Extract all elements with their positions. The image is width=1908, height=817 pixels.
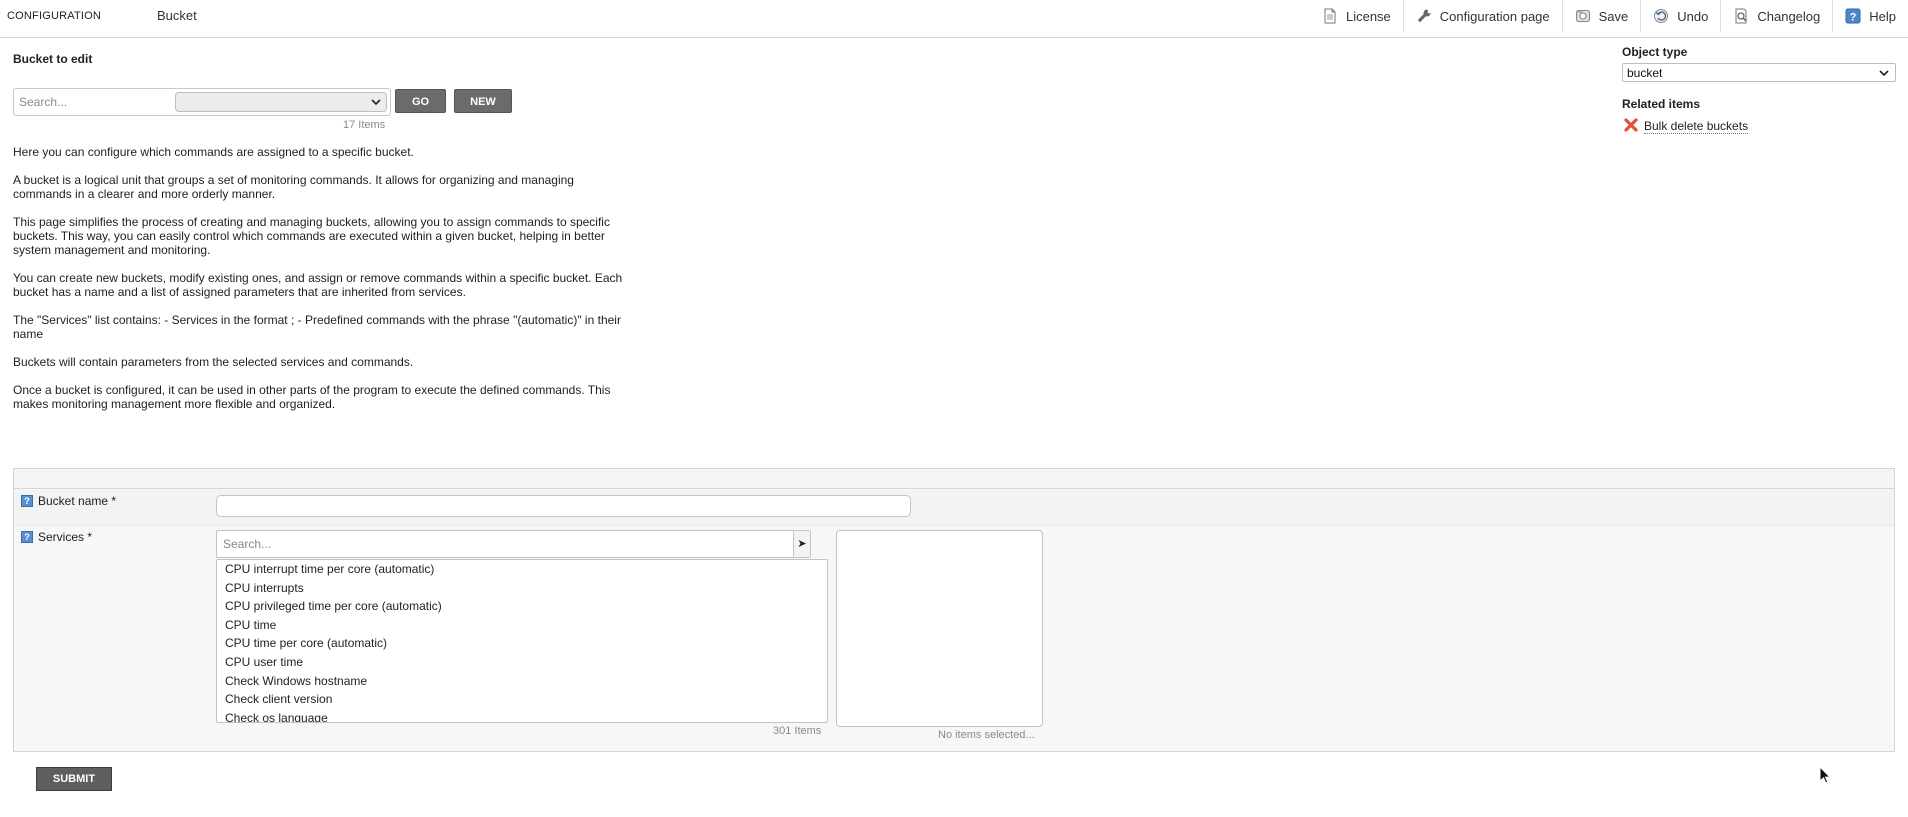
document-icon [1322, 8, 1338, 24]
list-item[interactable]: Check client version [217, 690, 827, 709]
bucket-search-group [13, 88, 391, 116]
nav-license-label: License [1345, 8, 1391, 24]
bucket-name-input[interactable] [216, 495, 911, 517]
list-item[interactable]: Check Windows hostname [217, 672, 827, 691]
services-label: ? Services * [21, 530, 92, 544]
bucket-to-edit-title: Bucket to edit [13, 52, 93, 66]
undo-icon [1653, 8, 1669, 24]
help-icon[interactable]: ? [21, 495, 33, 507]
services-search-box: ➤ [216, 530, 811, 558]
help-icon: ? [1845, 8, 1861, 24]
list-item[interactable]: CPU time [217, 616, 827, 635]
description-paragraph: Here you can configure which commands ar… [13, 145, 414, 159]
delete-x-icon [1623, 117, 1639, 136]
description-paragraph: Once a bucket is configured, it can be u… [13, 383, 611, 411]
related-items-label: Related items [1622, 97, 1701, 111]
bulk-delete-buckets-link[interactable]: Bulk delete buckets [1623, 117, 1749, 136]
object-type-value: bucket [1627, 66, 1663, 80]
services-label-text: Services * [38, 530, 93, 544]
nav-undo-label: Undo [1677, 8, 1709, 24]
description-paragraph: You can create new buckets, modify exist… [13, 271, 623, 299]
list-item[interactable]: CPU privileged time per core (automatic) [217, 597, 827, 616]
bucket-form: ? Bucket name * ? Services * ➤ CPU inter… [13, 468, 1895, 752]
list-item[interactable]: CPU interrupt time per core (automatic) [217, 560, 827, 579]
right-sidebar: Object type bucket Related items Bulk de… [1622, 45, 1896, 134]
selected-empty-text: No items selected... [938, 729, 1035, 741]
bucket-picker-area: Bucket to edit GO NEW 17 Items Here you … [13, 52, 633, 411]
top-nav: License Configuration page Save Undo Cha… [1310, 0, 1908, 38]
services-search-input[interactable] [221, 535, 781, 553]
arrow-right-icon: ➤ [797, 538, 807, 550]
bucket-items-count: 17 Items [343, 119, 386, 131]
submit-button[interactable]: SUBMIT [36, 767, 112, 791]
description-paragraph: The "Services" list contains: - Services… [13, 313, 621, 341]
services-list[interactable]: CPU interrupt time per core (automatic) … [216, 559, 828, 723]
page-title: Bucket [157, 8, 197, 23]
nav-help[interactable]: ? Help [1832, 0, 1908, 32]
changelog-icon [1733, 8, 1749, 24]
list-item[interactable]: Check os language [217, 709, 827, 722]
bucket-select[interactable] [175, 92, 387, 112]
wrench-icon [1416, 8, 1432, 24]
new-button[interactable]: NEW [454, 89, 512, 113]
go-button[interactable]: GO [395, 89, 446, 113]
help-icon[interactable]: ? [21, 531, 33, 543]
nav-help-label: Help [1869, 8, 1896, 24]
nav-license[interactable]: License [1310, 0, 1403, 32]
bucket-search-input[interactable] [17, 92, 169, 112]
services-items-count: 301 Items [773, 725, 822, 737]
chevron-down-icon [1879, 67, 1889, 82]
list-item[interactable]: CPU user time [217, 653, 827, 672]
object-type-select[interactable]: bucket [1622, 63, 1896, 82]
form-header [14, 469, 1894, 489]
services-search-button[interactable]: ➤ [793, 531, 810, 557]
nav-configuration-label: Configuration page [1439, 8, 1550, 24]
chevron-down-icon [371, 96, 381, 111]
section-label: CONFIGURATION [7, 10, 102, 22]
description: Here you can configure which commands ar… [13, 145, 623, 425]
bulk-delete-buckets-label: Bulk delete buckets [1644, 118, 1749, 134]
selected-services-box[interactable] [836, 530, 1043, 727]
nav-save[interactable]: Save [1561, 0, 1641, 32]
list-item[interactable]: CPU time per core (automatic) [217, 634, 827, 653]
nav-save-label: Save [1598, 8, 1629, 24]
bucket-name-label-text: Bucket name * [38, 494, 117, 508]
list-item[interactable]: CPU interrupts [217, 579, 827, 598]
nav-changelog-label: Changelog [1757, 8, 1821, 24]
mouse-cursor-icon [1819, 765, 1832, 787]
save-icon [1575, 8, 1591, 24]
description-paragraph: This page simplifies the process of crea… [13, 215, 610, 257]
object-type-label: Object type [1622, 45, 1688, 59]
nav-configuration-page[interactable]: Configuration page [1402, 0, 1562, 32]
svg-text:?: ? [1850, 12, 1857, 24]
bucket-name-label: ? Bucket name * [21, 494, 116, 508]
description-paragraph: Buckets will contain parameters from the… [13, 355, 414, 369]
nav-changelog[interactable]: Changelog [1720, 0, 1832, 32]
description-paragraph: A bucket is a logical unit that groups a… [13, 173, 574, 201]
top-bar: CONFIGURATION Bucket License Configurati… [0, 0, 1908, 38]
nav-undo[interactable]: Undo [1640, 0, 1720, 32]
